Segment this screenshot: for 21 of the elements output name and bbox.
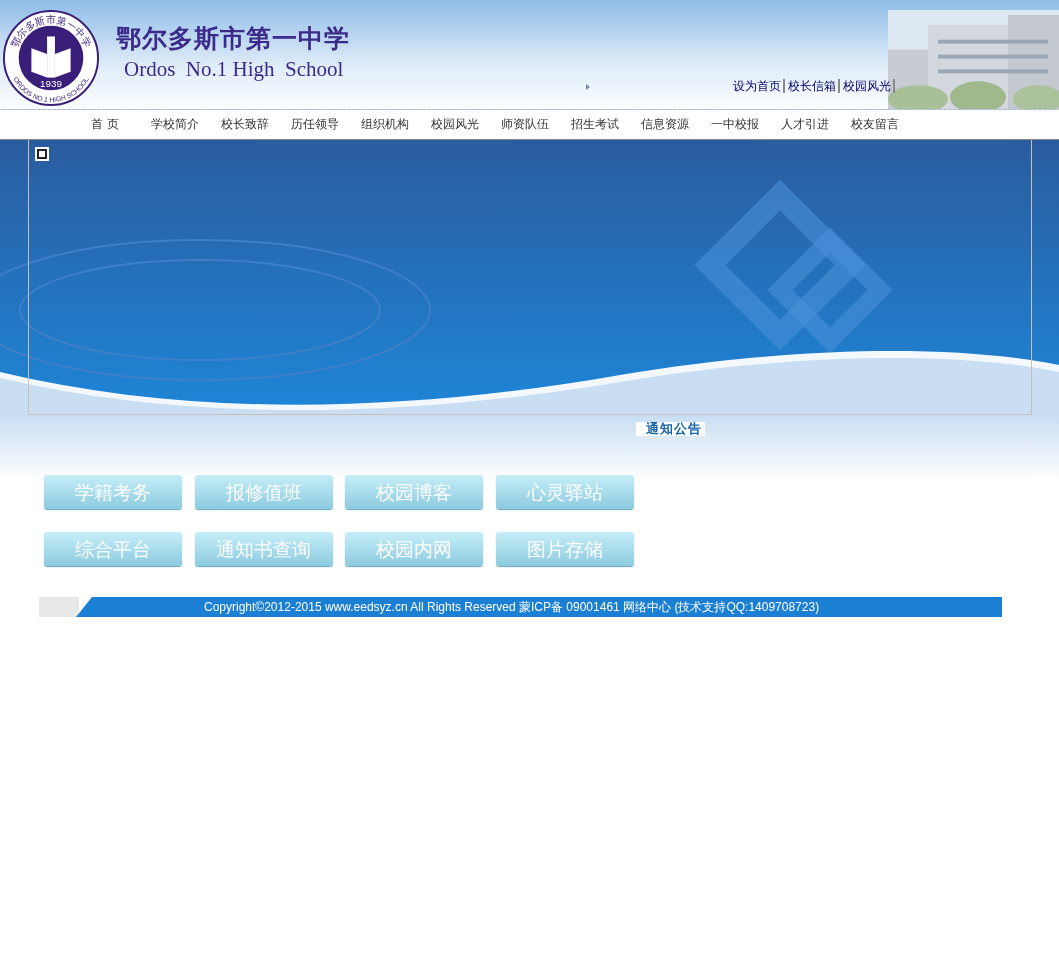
square-icon xyxy=(35,147,49,161)
nav-link[interactable]: 首 页 xyxy=(70,110,140,139)
school-name: 鄂尔多斯市第一中学 xyxy=(116,23,350,55)
header-link[interactable]: 校长信箱 xyxy=(788,79,840,93)
header-link[interactable]: 设为首页 xyxy=(733,79,785,93)
nav-link[interactable]: 学校简介 xyxy=(140,110,210,139)
nav-link[interactable]: 师资队伍 xyxy=(490,110,560,139)
triangle-icon xyxy=(586,84,590,90)
nav-link[interactable]: 信息资源 xyxy=(630,110,700,139)
school-name-english: Ordos No.1 High School xyxy=(124,57,345,82)
notice-heading: 通知公告 xyxy=(636,422,705,436)
nav-link[interactable]: 历任领导 xyxy=(280,110,350,139)
nav-link[interactable]: 组织机构 xyxy=(350,110,420,139)
nav-link[interactable]: 人才引进 xyxy=(770,110,840,139)
footer-stripe xyxy=(39,597,79,617)
copyright-text: Copyright©2012-2015 www.eedsyz.cn All Rights Reserved 蒙ICP备 09001461 网络中心 (技术支持QQ:1409708723) xyxy=(204,598,820,616)
nav-link[interactable]: 一中校报 xyxy=(700,110,770,139)
nav-link[interactable]: 招生考试 xyxy=(560,110,630,139)
nav-link[interactable]: 校友留言 xyxy=(840,110,910,139)
nav-link[interactable]: 校长致辞 xyxy=(210,110,280,139)
nav-link[interactable]: 校园风光 xyxy=(420,110,490,139)
